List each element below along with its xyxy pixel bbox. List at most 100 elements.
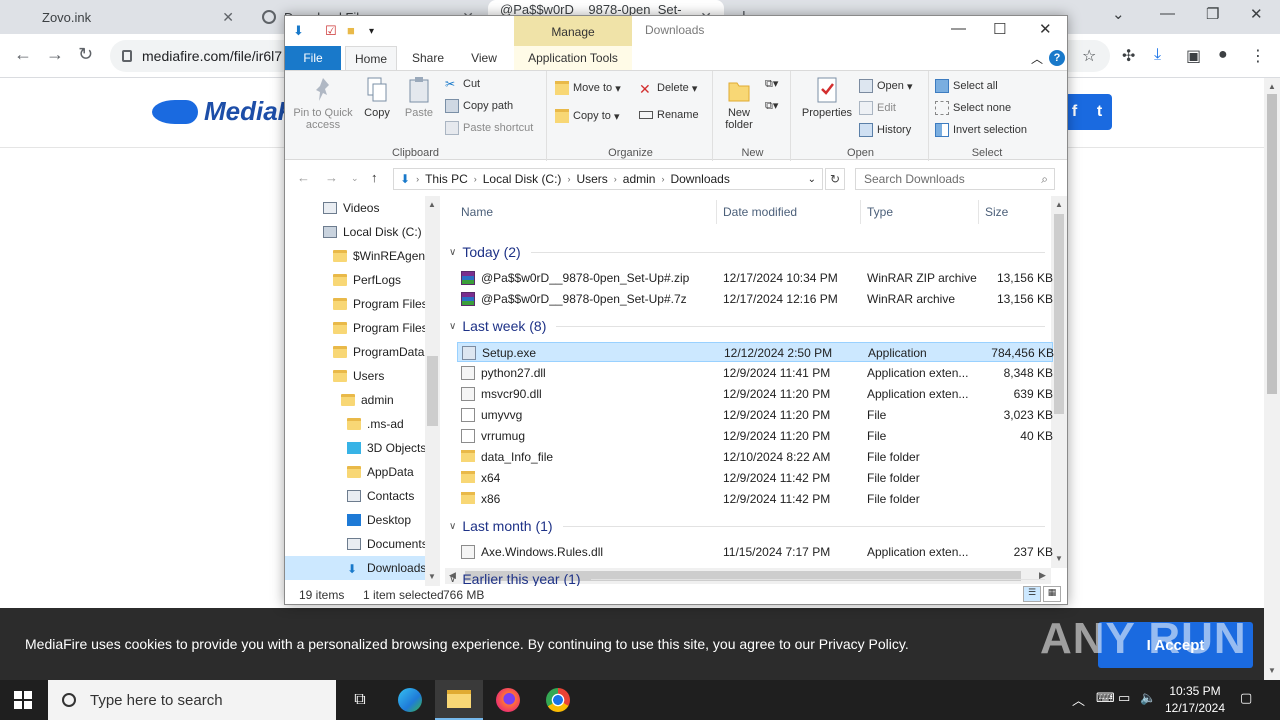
nav-item[interactable]: $WinREAgent — [285, 244, 425, 268]
scroll-up-icon[interactable]: ▲ — [1055, 200, 1063, 209]
file-row[interactable]: x86 12/9/2024 11:42 PM File folder — [457, 489, 1053, 509]
breadcrumb-users[interactable]: Users — [576, 172, 607, 186]
move-to-button[interactable]: Move to ▾ — [555, 81, 621, 95]
column-header-date-modified[interactable]: Date modified — [717, 200, 861, 224]
chevron-down-icon[interactable]: ∨ — [449, 321, 456, 332]
network-icon[interactable]: ▭ — [1118, 690, 1130, 706]
address-dropdown-icon[interactable]: ⌄ — [808, 174, 816, 185]
scroll-up-icon[interactable]: ▲ — [1268, 82, 1276, 91]
breadcrumb-separator-icon[interactable]: › — [416, 174, 419, 184]
nav-item[interactable]: PerfLogs — [285, 268, 425, 292]
minimize-icon[interactable]: — — [951, 20, 966, 37]
taskbar-clock[interactable]: 10:35 PM 12/17/2024 — [1160, 683, 1230, 717]
select-none-button[interactable]: Select none — [935, 101, 1011, 115]
recent-locations-icon[interactable]: ⌄ — [351, 173, 359, 184]
firefox-icon[interactable] — [484, 680, 532, 720]
up-icon[interactable]: ↑ — [371, 170, 378, 185]
scroll-thumb[interactable] — [1267, 94, 1277, 394]
customize-quick-access-icon[interactable]: ▾ — [369, 26, 374, 37]
breadcrumb-this-pc[interactable]: This PC — [425, 172, 468, 186]
tab-file[interactable]: File — [285, 46, 341, 70]
rename-button[interactable]: Rename — [639, 109, 699, 121]
nav-item[interactable]: Program Files — [285, 316, 425, 340]
cut-button[interactable]: ✂ Cut — [445, 77, 480, 91]
file-row[interactable]: @Pa$$w0rD__9878-0pen_Set-Up#.7z 12/17/202… — [457, 289, 1053, 309]
file-group-header[interactable]: ∨ Last month (1) — [449, 518, 1045, 534]
file-row[interactable]: umyvvg 12/9/2024 11:20 PM File 3,023 KB — [457, 405, 1053, 425]
edit-button[interactable]: Edit — [859, 101, 896, 115]
file-row[interactable]: x64 12/9/2024 11:42 PM File folder — [457, 468, 1053, 488]
nav-item[interactable]: admin — [285, 388, 425, 412]
copy-to-button[interactable]: Copy to ▾ — [555, 109, 620, 123]
tab-application-tools[interactable]: Application Tools — [514, 46, 632, 70]
chevron-down-icon[interactable]: ∨ — [449, 521, 456, 532]
profile-icon[interactable]: ● — [1218, 46, 1228, 64]
scroll-down-icon[interactable]: ▼ — [428, 572, 436, 581]
file-row[interactable]: msvcr90.dll 12/9/2024 11:20 PM Application… — [457, 384, 1053, 404]
back-icon[interactable]: ← — [14, 44, 32, 65]
reload-icon[interactable]: ↻ — [78, 44, 93, 65]
maximize-icon[interactable]: ☐ — [993, 20, 1006, 38]
show-hidden-icons-icon[interactable]: ︿ — [1072, 690, 1085, 709]
browser-tab-zovo[interactable]: Zovo.ink ✕ — [30, 0, 246, 34]
tab-share[interactable]: Share — [405, 46, 451, 70]
large-icons-view-icon[interactable]: ▦ — [1043, 586, 1061, 602]
delete-button[interactable]: ✕ Delete ▾ — [639, 81, 697, 97]
file-row[interactable]: vrrumug 12/9/2024 11:20 PM File 40 KB — [457, 426, 1053, 446]
forward-icon[interactable]: → — [46, 44, 64, 65]
page-scrollbar[interactable]: ▲ ▼ — [1264, 78, 1280, 680]
refresh-icon[interactable]: ↻ — [825, 168, 845, 190]
facebook-icon[interactable]: f — [1072, 103, 1077, 121]
close-window-icon[interactable]: ✕ — [1039, 20, 1052, 38]
paste-shortcut-button[interactable]: Paste shortcut — [445, 121, 533, 135]
edge-icon[interactable] — [386, 680, 434, 720]
tab-search-icon[interactable]: ⌄ — [1112, 5, 1125, 23]
new-folder-button[interactable]: New folder — [719, 75, 759, 131]
file-explorer-taskbar-icon[interactable] — [435, 680, 483, 720]
chevron-down-icon[interactable]: ∨ — [449, 247, 456, 258]
history-button[interactable]: History — [859, 123, 911, 137]
address-breadcrumb[interactable]: ⬇ › This PC › Local Disk (C:) › Users › … — [393, 168, 823, 190]
nav-item[interactable]: .ms-ad — [285, 412, 425, 436]
invert-selection-button[interactable]: Invert selection — [935, 123, 1027, 137]
tab-home[interactable]: Home — [345, 46, 397, 70]
side-panel-icon[interactable]: ▣ — [1186, 46, 1201, 66]
forward-icon[interactable]: → — [325, 170, 338, 185]
scroll-thumb[interactable] — [427, 356, 438, 426]
nav-item[interactable]: Users — [285, 364, 425, 388]
collapse-ribbon-icon[interactable]: ︿ — [1031, 50, 1043, 67]
restore-icon[interactable]: ❐ — [1206, 5, 1219, 23]
column-header-name[interactable]: Name — [455, 200, 717, 224]
scroll-thumb[interactable] — [1054, 214, 1064, 414]
file-row[interactable]: python27.dll 12/9/2024 11:41 PM Applicatio… — [457, 363, 1053, 383]
task-view-icon[interactable]: ⧉ — [336, 680, 384, 720]
file-group-header[interactable]: ∨ Last week (8) — [449, 318, 1045, 334]
quick-access-download-icon[interactable]: ⬇ — [293, 23, 304, 39]
close-window-icon[interactable]: ✕ — [1250, 5, 1263, 23]
volume-icon[interactable]: 🔈 — [1140, 690, 1156, 706]
copy-button[interactable]: Copy — [359, 75, 395, 119]
open-button[interactable]: Open ▾ — [859, 79, 913, 93]
nav-item[interactable]: Desktop — [285, 508, 425, 532]
file-row[interactable]: @Pa$$w0rD__9878-0pen_Set-Up#.zip 12/17/20… — [457, 268, 1053, 288]
easy-access-icon[interactable]: ⧉▾ — [765, 99, 778, 113]
help-icon[interactable]: ? — [1049, 50, 1065, 66]
nav-item[interactable]: Local Disk (C:) — [285, 220, 425, 244]
nav-item[interactable]: Program Files — [285, 292, 425, 316]
manage-context-tab[interactable]: Manage — [514, 16, 632, 48]
meet-now-icon[interactable]: ⌨ — [1096, 690, 1115, 706]
select-all-button[interactable]: Select all — [935, 79, 998, 93]
breadcrumb-separator-icon[interactable]: › — [614, 174, 617, 184]
chrome-icon[interactable] — [534, 680, 582, 720]
paste-button[interactable]: Paste — [401, 75, 437, 119]
nav-item[interactable]: ProgramData — [285, 340, 425, 364]
chevron-down-icon[interactable]: ∨ — [449, 574, 456, 585]
breadcrumb-separator-icon[interactable]: › — [567, 174, 570, 184]
nav-item[interactable]: Documents — [285, 532, 425, 556]
scroll-down-icon[interactable]: ▼ — [1268, 666, 1276, 675]
properties-quick-icon[interactable]: ☑ — [325, 23, 337, 39]
file-row[interactable]: Axe.Windows.Rules.dll 11/15/2024 7:17 PM A… — [457, 542, 1053, 562]
extensions-icon[interactable]: ✣ — [1122, 46, 1135, 66]
copy-path-button[interactable]: Copy path — [445, 99, 513, 113]
column-header-size[interactable]: Size — [979, 200, 1051, 224]
